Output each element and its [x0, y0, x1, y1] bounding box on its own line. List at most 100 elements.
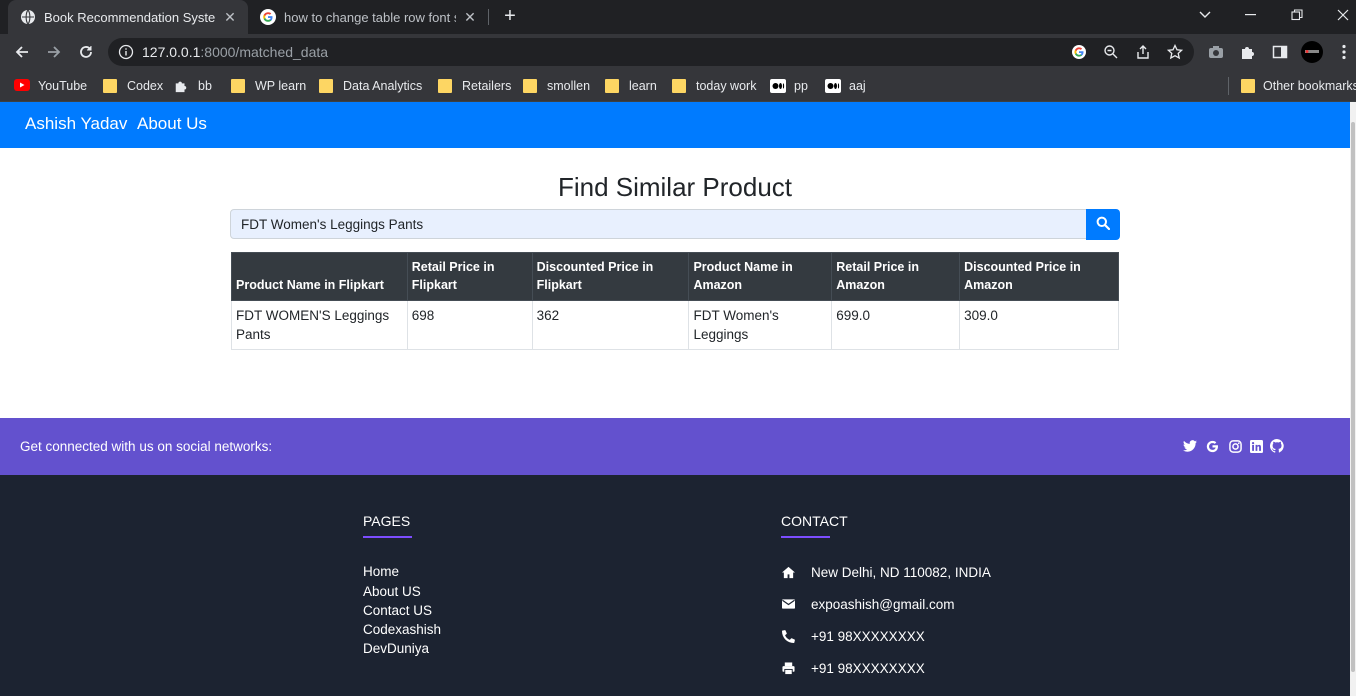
nav-link-about[interactable]: About Us	[137, 114, 207, 134]
phone-icon	[781, 629, 796, 644]
envelope-icon	[781, 597, 796, 612]
folder-icon	[523, 79, 537, 93]
tab-search-icon[interactable]	[1182, 0, 1228, 30]
new-tab-button[interactable]: +	[498, 5, 522, 29]
social-bar-text: Get connected with us on social networks…	[20, 439, 273, 454]
medium-icon	[770, 79, 786, 93]
google-icon[interactable]	[1205, 439, 1219, 453]
bookmark-youtube[interactable]: YouTube	[14, 76, 87, 96]
bookmark-learn[interactable]: learn	[605, 76, 657, 96]
folder-icon	[103, 79, 117, 93]
address-bar[interactable]: 127.0.0.1:8000/matched_data	[108, 38, 1194, 66]
minimize-icon[interactable]	[1228, 0, 1274, 30]
url-text: 127.0.0.1:8000/matched_data	[142, 44, 329, 60]
page-title: Find Similar Product	[557, 172, 793, 202]
page-scrollbar[interactable]	[1350, 102, 1356, 696]
reload-icon[interactable]	[74, 40, 98, 64]
back-icon[interactable]	[10, 40, 34, 64]
profile-avatar[interactable]	[1300, 40, 1324, 64]
bookmark-other-bookmarks[interactable]: Other bookmarks	[1241, 76, 1356, 96]
site-navbar: Ashish Yadav About Us	[0, 102, 1350, 148]
bookmark-data-analytics[interactable]: Data Analytics	[319, 76, 422, 96]
tab-title: how to change table row font size	[284, 9, 456, 25]
site-info-icon[interactable]	[118, 44, 134, 60]
column-header: Discounted Price in Amazon	[959, 252, 1119, 301]
column-header: Product Name in Amazon	[688, 252, 833, 301]
tab-strip: Book Recommendation System ✕ how to chan…	[0, 0, 1356, 34]
camera-extension-icon[interactable]	[1206, 42, 1226, 62]
search-input[interactable]	[230, 209, 1087, 239]
zoom-icon[interactable]	[1102, 43, 1120, 61]
close-tab-icon[interactable]: ✕	[222, 9, 238, 25]
folder-icon	[672, 79, 686, 93]
bookmark-wp-learn[interactable]: WP learn	[231, 76, 306, 96]
folder-icon	[319, 79, 333, 93]
footer-link-codexashish[interactable]: Codexashish	[363, 622, 441, 637]
home-icon	[781, 565, 796, 580]
side-panel-icon[interactable]	[1270, 42, 1290, 62]
github-icon[interactable]	[1270, 439, 1284, 453]
bookmark-smollen[interactable]: smollen	[523, 76, 590, 96]
browser-toolbar: 127.0.0.1:8000/matched_data	[0, 34, 1356, 70]
tab-book-recommendation[interactable]: Book Recommendation System ✕	[8, 0, 248, 34]
youtube-icon	[14, 79, 30, 93]
bookmarks-divider	[1228, 77, 1229, 95]
bookmark-bb[interactable]: bb	[174, 76, 212, 96]
share-icon[interactable]	[1134, 43, 1152, 61]
table-cell: 698	[406, 300, 533, 350]
close-tab-icon[interactable]: ✕	[462, 9, 478, 25]
bookmark-retailers[interactable]: Retailers	[438, 76, 511, 96]
tab-divider	[488, 9, 489, 25]
site-footer: PAGES Home About US Contact US Codexashi…	[0, 475, 1350, 696]
search-button[interactable]	[1086, 209, 1120, 240]
folder-icon	[231, 79, 245, 93]
heading-underline	[781, 536, 830, 538]
bookmark-aaj[interactable]: aaj	[825, 76, 866, 96]
twitter-icon[interactable]	[1183, 439, 1197, 453]
social-bar: Get connected with us on social networks…	[0, 418, 1350, 475]
footer-link-devduniya[interactable]: DevDuniya	[363, 641, 429, 656]
page-viewport: Ashish Yadav About Us Find Similar Produ…	[0, 102, 1350, 696]
bookmark-star-icon[interactable]	[1166, 43, 1184, 61]
tab-stackoverflow-search[interactable]: how to change table row font size ✕	[250, 0, 488, 34]
heading-underline	[363, 536, 412, 538]
footer-link-home[interactable]: Home	[363, 564, 399, 579]
footer-link-contact[interactable]: Contact US	[363, 603, 432, 618]
table-cell: FDT WOMEN'S Leggings Pants	[231, 300, 408, 350]
menu-dots-icon[interactable]	[1334, 42, 1354, 62]
forward-icon[interactable]	[42, 40, 66, 64]
table-cell: 309.0	[959, 300, 1119, 350]
medium-icon	[825, 79, 841, 93]
globe-icon	[20, 9, 36, 25]
close-window-icon[interactable]	[1320, 0, 1356, 30]
folder-icon	[605, 79, 619, 93]
table-row: FDT WOMEN'S Leggings Pants 698 362 FDT W…	[231, 300, 1119, 350]
column-header: Retail Price in Amazon	[831, 252, 961, 301]
restore-icon[interactable]	[1274, 0, 1320, 30]
footer-link-about[interactable]: About US	[363, 584, 421, 599]
table-cell: 699.0	[831, 300, 961, 350]
table-cell: FDT Women's Leggings	[688, 300, 833, 350]
column-header: Discounted Price in Flipkart	[531, 252, 690, 301]
navbar-brand[interactable]: Ashish Yadav	[25, 114, 127, 134]
table-header-row: Product Name in Flipkart Retail Price in…	[231, 252, 1119, 301]
footer-pages-heading: PAGES	[363, 513, 411, 529]
instagram-icon[interactable]	[1228, 439, 1242, 453]
bookmark-codex[interactable]: Codex	[103, 76, 163, 96]
footer-contact-heading: CONTACT	[781, 513, 848, 529]
extensions-puzzle-icon[interactable]	[1238, 42, 1258, 62]
bookmark-today-work[interactable]: today work	[672, 76, 756, 96]
contact-fax: +91 98XXXXXXXX	[781, 660, 925, 676]
scrollbar-thumb[interactable]	[1351, 122, 1355, 672]
google-lens-icon[interactable]	[1070, 43, 1088, 61]
contact-address: New Delhi, ND 110082, INDIA	[781, 564, 991, 580]
column-header: Retail Price in Flipkart	[406, 252, 533, 301]
bookmark-pp[interactable]: pp	[770, 76, 808, 96]
printer-icon	[781, 661, 796, 676]
google-icon	[260, 9, 276, 25]
search-icon	[1096, 216, 1111, 233]
results-table: Product Name in Flipkart Retail Price in…	[231, 252, 1119, 350]
linkedin-icon[interactable]	[1249, 439, 1263, 453]
column-header: Product Name in Flipkart	[231, 252, 408, 301]
puzzle-icon	[174, 79, 188, 93]
